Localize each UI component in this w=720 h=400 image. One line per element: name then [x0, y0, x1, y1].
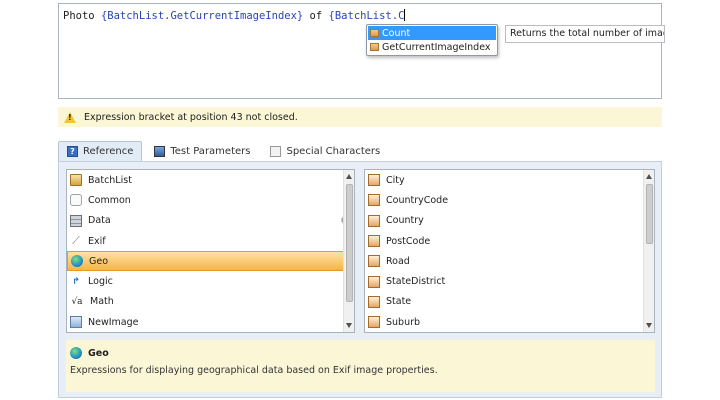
code-text-of: of: [303, 10, 329, 22]
autocomplete-item-count[interactable]: Count: [368, 26, 496, 40]
property-icon: [368, 255, 380, 268]
property-item-road[interactable]: Road: [365, 251, 654, 271]
category-item-newimage[interactable]: NewImage: [67, 312, 354, 332]
property-label: CountryCode: [386, 194, 449, 206]
autocomplete-item-label: Count: [382, 27, 411, 39]
tab-test-parameters[interactable]: Test Parameters: [146, 141, 258, 161]
category-item-geo[interactable]: Geo: [67, 251, 354, 272]
property-item-suburb[interactable]: Suburb: [365, 312, 654, 332]
category-label: Exif: [88, 235, 106, 247]
expression-editor[interactable]: Photo {BatchList.GetCurrentImageIndex} o…: [58, 3, 662, 99]
category-label: Logic: [88, 276, 113, 288]
property-item-postcode[interactable]: PostCode: [365, 231, 654, 251]
description-box: Geo Expressions for displaying geographi…: [66, 340, 655, 392]
tab-label: Test Parameters: [170, 145, 251, 157]
property-item-state[interactable]: State: [365, 292, 654, 312]
category-label: NewImage: [88, 316, 139, 328]
description-text: Expressions for displaying geographical …: [70, 365, 438, 376]
description-title: Geo: [70, 347, 109, 359]
exif-icon: ⟋: [72, 234, 80, 248]
property-item-countrycode[interactable]: CountryCode: [365, 190, 654, 210]
property-icon: [368, 275, 380, 288]
special-characters-icon: [270, 145, 282, 157]
scroll-down-icon[interactable]: [646, 323, 652, 328]
property-label: PostCode: [386, 235, 431, 247]
tab-special-characters[interactable]: Special Characters: [262, 141, 388, 161]
category-label: Common: [88, 194, 131, 206]
description-title-text: Geo: [88, 347, 109, 359]
globe-icon: [70, 347, 82, 359]
category-label: Data: [88, 215, 111, 227]
property-item-city[interactable]: City: [365, 170, 654, 190]
category-label: Math: [90, 296, 114, 308]
property-icon: [368, 174, 380, 187]
category-label: Geo: [89, 255, 109, 267]
code-token-current-index: {BatchList.GetCurrentImageIndex}: [100, 10, 304, 22]
property-scrollbar[interactable]: [643, 170, 654, 332]
property-icon: [370, 43, 379, 51]
category-item-logic[interactable]: ↱ Logic: [67, 271, 354, 291]
property-label: StateDistrict: [386, 276, 446, 288]
scroll-thumb[interactable]: [646, 184, 653, 244]
text-caret: [404, 9, 406, 21]
category-label: BatchList: [88, 174, 132, 186]
category-item-common[interactable]: Common: [67, 190, 354, 210]
autocomplete-item-label: GetCurrentImageIndex: [382, 41, 491, 53]
property-icon: [368, 214, 380, 227]
scroll-down-icon[interactable]: [346, 323, 352, 328]
status-bar: Expression bracket at position 43 not cl…: [58, 107, 662, 127]
scroll-up-icon[interactable]: [346, 174, 352, 179]
expression-text[interactable]: Photo {BatchList.GetCurrentImageIndex} o…: [63, 9, 406, 23]
logic-icon: ↱: [72, 276, 80, 287]
globe-icon: [71, 255, 83, 268]
category-scrollbar[interactable]: [343, 170, 354, 332]
property-icon: [368, 194, 380, 207]
common-icon: [70, 194, 82, 207]
property-icon: [368, 235, 380, 248]
property-icon: [368, 316, 380, 329]
property-list[interactable]: City CountryCode Country PostCode Road S…: [364, 169, 655, 333]
property-label: City: [386, 174, 405, 186]
category-item-data[interactable]: Data ⚙: [67, 211, 354, 231]
autocomplete-popup[interactable]: Count GetCurrentImageIndex: [366, 24, 498, 56]
scroll-up-icon[interactable]: [646, 174, 652, 179]
property-item-country[interactable]: Country: [365, 211, 654, 231]
reference-icon: ?: [67, 146, 78, 157]
property-label: Suburb: [386, 316, 421, 328]
scroll-thumb[interactable]: [346, 184, 353, 302]
property-icon: [368, 295, 380, 308]
batch-icon: [70, 174, 82, 187]
property-label: Country: [386, 215, 424, 227]
autocomplete-tooltip: Returns the total number of images in: [505, 25, 665, 43]
property-label: State: [386, 296, 412, 308]
tab-reference[interactable]: ? Reference: [58, 141, 143, 161]
tab-bar: ? Reference Test Parameters Special Char…: [58, 141, 392, 161]
math-icon: √a: [71, 296, 83, 307]
monitor-icon: [154, 145, 166, 157]
warning-icon: [64, 111, 76, 123]
tab-label: Reference: [83, 146, 134, 157]
category-list[interactable]: BatchList Common Data ⚙ ⟋ Exif Geo ↱ Log…: [66, 169, 355, 333]
reference-panel: BatchList Common Data ⚙ ⟋ Exif Geo ↱ Log…: [58, 161, 662, 398]
property-item-statedistrict[interactable]: StateDistrict: [365, 271, 654, 291]
autocomplete-item-get-current-image-index[interactable]: GetCurrentImageIndex: [368, 40, 496, 54]
category-item-math[interactable]: √a Math: [67, 292, 354, 312]
category-item-exif[interactable]: ⟋ Exif: [67, 231, 354, 251]
code-text-photo: Photo: [63, 10, 101, 22]
property-label: Road: [386, 255, 410, 267]
tab-label: Special Characters: [286, 145, 381, 157]
code-token-partial: {BatchList.C: [328, 10, 405, 22]
category-item-batchlist[interactable]: BatchList: [67, 170, 354, 190]
property-icon: [370, 29, 379, 37]
new-image-icon: [70, 316, 82, 329]
status-message: Expression bracket at position 43 not cl…: [84, 111, 298, 123]
data-icon: [70, 214, 82, 227]
